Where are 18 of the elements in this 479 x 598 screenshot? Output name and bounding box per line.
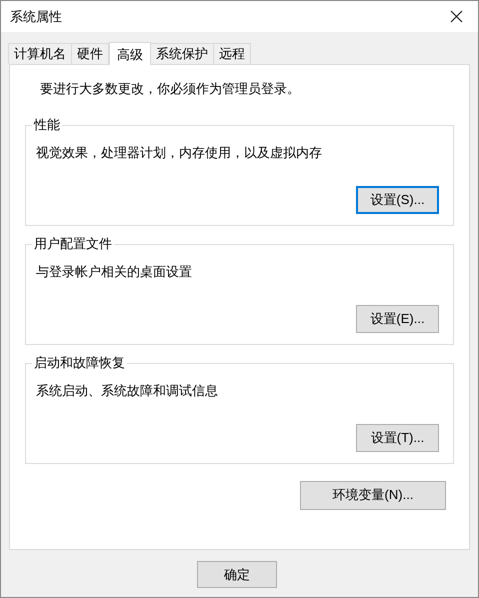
group-description: 系统启动、系统故障和调试信息	[36, 382, 218, 400]
window-title: 系统属性	[10, 8, 62, 26]
close-icon	[450, 10, 462, 23]
settings-button[interactable]: 设置(T)...	[356, 424, 439, 452]
group-title: 性能	[32, 116, 62, 134]
group-title: 启动和故障恢复	[32, 354, 127, 372]
group-description: 视觉效果，处理器计划，内存使用，以及虚拟内存	[36, 144, 322, 162]
dialog-button[interactable]: 确定	[197, 561, 277, 588]
tab[interactable]: 高级	[109, 42, 151, 65]
settings-button[interactable]: 设置(E)...	[356, 304, 439, 332]
tab[interactable]: 计算机名	[8, 43, 72, 64]
settings-button[interactable]: 设置(S)...	[356, 186, 439, 214]
group-description: 与登录帐户相关的桌面设置	[36, 262, 192, 280]
environment-variables-button[interactable]: 环境变量(N)...	[300, 480, 446, 510]
tab[interactable]: 硬件	[71, 43, 109, 64]
notice-text: 要进行大多数更改，你必须作为管理员登录。	[40, 80, 300, 98]
tab[interactable]: 远程	[213, 43, 251, 64]
group-title: 用户配置文件	[32, 234, 114, 252]
